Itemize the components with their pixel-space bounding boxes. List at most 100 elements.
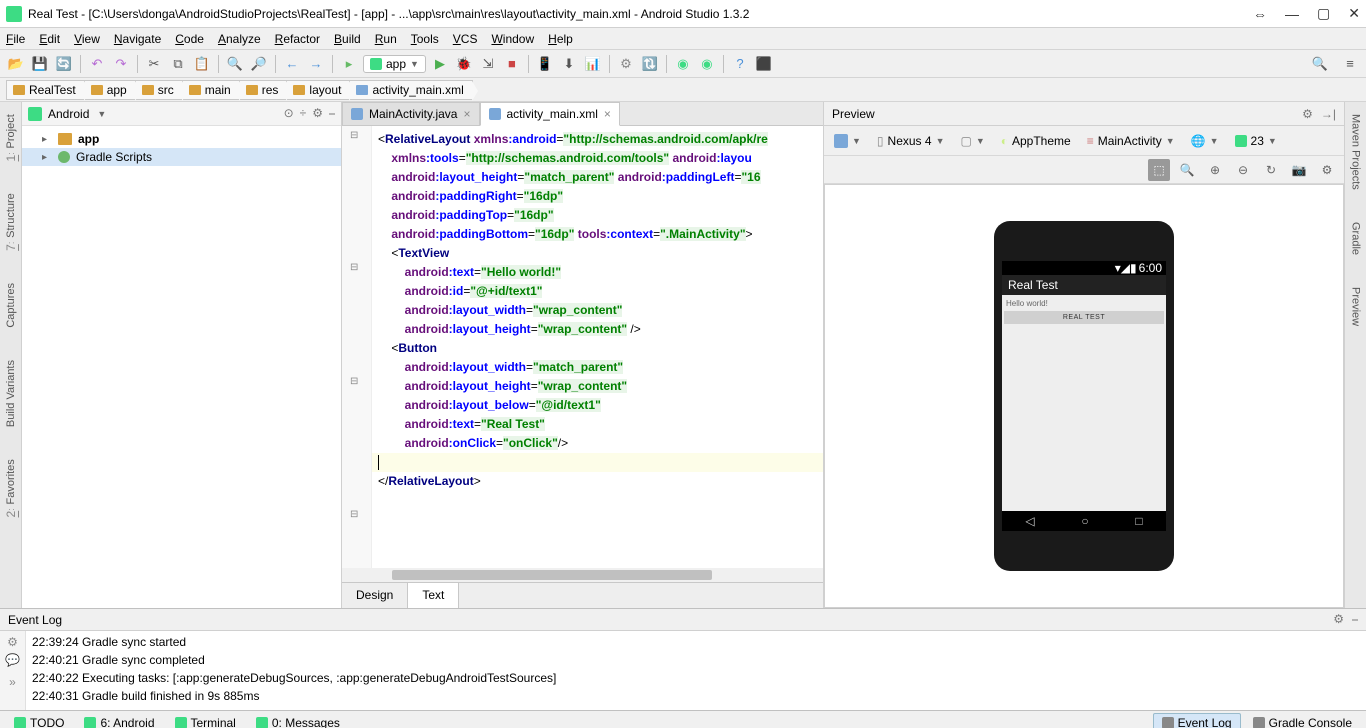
bottom-tab[interactable]: Event Log: [1153, 713, 1241, 728]
orientation-selector[interactable]: ▢▼: [956, 132, 988, 150]
close-icon[interactable]: ✕: [1348, 5, 1360, 22]
run-config-selector[interactable]: app ▼: [363, 55, 426, 73]
bottom-tab[interactable]: Terminal: [167, 714, 244, 728]
paste-icon[interactable]: 📋: [192, 54, 212, 74]
help-icon[interactable]: ?: [730, 54, 750, 74]
menu-file[interactable]: File: [6, 32, 25, 46]
expand-icon[interactable]: ▸: [42, 134, 52, 145]
theme-selector[interactable]: ◐AppTheme: [997, 132, 1075, 150]
android-icon3[interactable]: ◉: [697, 54, 717, 74]
preview-canvas[interactable]: ▾◢▮6:00 Real Test Hello world! REAL TEST…: [824, 184, 1344, 608]
cut-icon[interactable]: ✂: [144, 54, 164, 74]
close-tab-icon[interactable]: ×: [604, 107, 611, 121]
tree-item-app[interactable]: ▸ app: [22, 130, 341, 148]
back-icon[interactable]: ←: [282, 54, 302, 74]
event-log-text[interactable]: 22:39:24 Gradle sync started22:40:21 Gra…: [26, 631, 1366, 710]
breadcrumb-RealTest[interactable]: RealTest: [6, 80, 85, 100]
minimize-icon[interactable]: —: [1285, 6, 1299, 22]
code-editor[interactable]: ⊟ ⊟ ⊟ ⊟ <RelativeLayout xmlns:android="h…: [342, 126, 823, 568]
pan-icon[interactable]: 🔍: [1176, 159, 1198, 181]
search-icon[interactable]: 🔍: [1310, 54, 1330, 74]
breadcrumb-src[interactable]: src: [135, 80, 183, 100]
restore-down-icon[interactable]: ⇔: [1253, 6, 1267, 22]
project-tree[interactable]: ▸ app ▸ Gradle Scripts: [22, 126, 341, 608]
fold-icon[interactable]: ⊟: [350, 130, 358, 141]
fold-icon[interactable]: ⊟: [350, 262, 358, 273]
sdk-icon[interactable]: ⬇: [559, 54, 579, 74]
breadcrumb-activity_main.xml[interactable]: activity_main.xml: [349, 80, 472, 100]
close-tab-icon[interactable]: ×: [463, 107, 470, 121]
save-icon[interactable]: 💾: [30, 54, 50, 74]
forward-icon[interactable]: →: [306, 54, 326, 74]
left-tab-structure[interactable]: 7: Structure: [2, 187, 20, 257]
hide-icon[interactable]: ⎯: [329, 106, 335, 121]
exit-icon[interactable]: ⬛: [754, 54, 774, 74]
code-body[interactable]: <RelativeLayout xmlns:android="http://sc…: [372, 126, 823, 568]
open-icon[interactable]: 📂: [6, 54, 26, 74]
zoom-out-icon[interactable]: ⊖: [1232, 159, 1254, 181]
editor-tab[interactable]: activity_main.xml×: [480, 102, 620, 126]
left-tab-project[interactable]: 1: Project: [2, 108, 20, 167]
expand-icon[interactable]: ▸: [42, 152, 52, 163]
bottom-tab[interactable]: 0: Messages: [248, 714, 348, 728]
zoom-in-icon[interactable]: ⊕: [1204, 159, 1226, 181]
editor-gutter[interactable]: ⊟ ⊟ ⊟ ⊟: [342, 126, 372, 568]
sync2-icon[interactable]: 🔃: [640, 54, 660, 74]
settings-icon[interactable]: ⚙: [1316, 159, 1338, 181]
api-selector[interactable]: 23▼: [1231, 132, 1281, 150]
left-tab-build-variants[interactable]: Build Variants: [3, 354, 19, 433]
menu-code[interactable]: Code: [175, 32, 204, 46]
struct-icon[interactable]: ⚙: [616, 54, 636, 74]
design-tab[interactable]: Design: [342, 583, 408, 608]
bottom-tab[interactable]: 6: Android: [76, 714, 162, 728]
menu-navigate[interactable]: Navigate: [114, 32, 161, 46]
right-tab-preview[interactable]: Preview: [1348, 281, 1364, 332]
menu-edit[interactable]: Edit: [39, 32, 60, 46]
menu-window[interactable]: Window: [491, 32, 534, 46]
redo-icon[interactable]: ↷: [111, 54, 131, 74]
run-icon[interactable]: ▶: [430, 54, 450, 74]
select-icon[interactable]: ⬚: [1148, 159, 1170, 181]
scroll-thumb[interactable]: [392, 570, 712, 580]
menu-analyze[interactable]: Analyze: [218, 32, 261, 46]
menu-refactor[interactable]: Refactor: [275, 32, 320, 46]
bottom-tab[interactable]: Gradle Console: [1245, 713, 1360, 728]
maximize-icon[interactable]: ▢: [1317, 5, 1330, 22]
monitor-icon[interactable]: 📊: [583, 54, 603, 74]
refresh-icon[interactable]: ↻: [1260, 159, 1282, 181]
filter-icon[interactable]: ≡: [1340, 54, 1360, 74]
dropdown-icon[interactable]: ▼: [97, 109, 106, 119]
breadcrumb-app[interactable]: app: [84, 80, 136, 100]
find-icon[interactable]: 🔍: [225, 54, 245, 74]
left-tab-favorites[interactable]: 2: Favorites: [2, 453, 20, 523]
bottom-tab[interactable]: TODO: [6, 714, 72, 728]
activity-selector[interactable]: ≡MainActivity▼: [1083, 132, 1179, 150]
scroll-icon[interactable]: ÷: [300, 106, 307, 121]
attach-icon[interactable]: ⇲: [478, 54, 498, 74]
gear-icon[interactable]: ⚙: [312, 106, 323, 121]
balloon-icon[interactable]: 💬: [5, 653, 20, 667]
avd-icon[interactable]: 📱: [535, 54, 555, 74]
settings-icon[interactable]: ⚙: [7, 635, 18, 649]
android-icon2[interactable]: ◉: [673, 54, 693, 74]
menu-help[interactable]: Help: [548, 32, 573, 46]
menu-tools[interactable]: Tools: [411, 32, 439, 46]
more-icon[interactable]: »: [9, 675, 16, 689]
left-tab-captures[interactable]: Captures: [3, 277, 19, 334]
locale-selector[interactable]: 🌐▼: [1187, 132, 1223, 150]
screenshot-icon[interactable]: 📷: [1288, 159, 1310, 181]
gear-icon[interactable]: ⚙: [1333, 612, 1344, 627]
menu-build[interactable]: Build: [334, 32, 361, 46]
undo-icon[interactable]: ↶: [87, 54, 107, 74]
menu-run[interactable]: Run: [375, 32, 397, 46]
copy-icon[interactable]: ⧉: [168, 54, 188, 74]
sync-icon[interactable]: 🔄: [54, 54, 74, 74]
fold-icon[interactable]: ⊟: [350, 376, 358, 387]
breadcrumb-main[interactable]: main: [182, 80, 240, 100]
breadcrumb-layout[interactable]: layout: [286, 80, 350, 100]
right-tab-gradle[interactable]: Gradle: [1348, 216, 1364, 261]
tree-item-gradle[interactable]: ▸ Gradle Scripts: [22, 148, 341, 166]
device-selector[interactable]: ▯Nexus 4▼: [873, 132, 949, 150]
debug-icon[interactable]: 🐞: [454, 54, 474, 74]
gear-icon[interactable]: ⚙: [1302, 107, 1313, 121]
